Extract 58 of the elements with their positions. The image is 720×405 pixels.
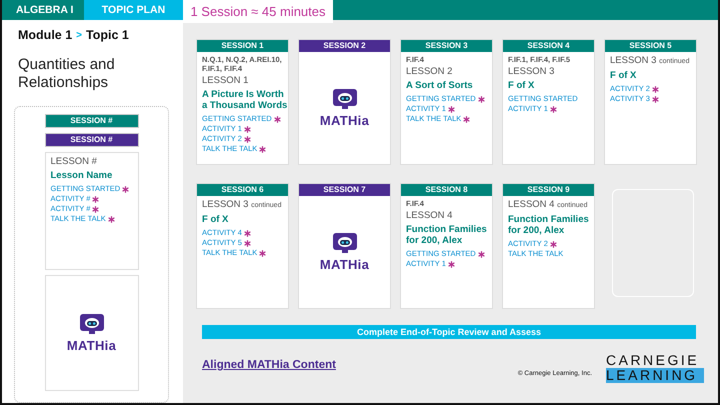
session-header: SESSION 3 — [401, 40, 492, 52]
asterisk-icon — [274, 116, 281, 122]
asterisk-icon — [244, 126, 251, 132]
lesson-number: LESSON 1 — [202, 75, 248, 87]
session-header: SESSION 7 — [299, 184, 390, 196]
lesson-title: F of X — [202, 214, 228, 225]
asterisk-icon — [478, 250, 485, 258]
topic-title: Quantities and Relationships — [18, 56, 116, 92]
session-header: SESSION 8 — [401, 184, 492, 196]
mathia-logo-text: MATHia — [320, 256, 370, 272]
review-assess-bar[interactable]: Complete End-of-Topic Review and Assess — [202, 325, 696, 339]
lesson-number: LESSON # — [50, 156, 97, 168]
logo-text: LEARNING — [606, 368, 704, 383]
robot-monitor-icon — [332, 88, 356, 110]
session-header: SESSION 4 — [503, 40, 594, 52]
aligned-content-link[interactable]: Aligned MATHia Content — [202, 359, 336, 371]
asterisk-icon — [122, 186, 130, 192]
logo-text: CARNEGIE — [606, 353, 700, 368]
lesson-title: Function Families for 200, Alex — [508, 214, 590, 236]
breadcrumb-module[interactable]: Module 1 — [18, 28, 72, 42]
asterisk-icon — [550, 106, 557, 112]
asterisk-icon — [448, 106, 455, 112]
asterisk-icon — [259, 250, 266, 256]
legend-session-header: SESSION # — [44, 114, 138, 128]
breadcrumb-separator: > — [76, 30, 82, 40]
breadcrumb-topic[interactable]: Topic 1 — [86, 28, 129, 42]
session-header: SESSION 2 — [299, 40, 390, 52]
asterisk-icon — [478, 96, 485, 102]
lesson-number: LESSON 3 — [508, 66, 554, 78]
asterisk-icon — [652, 86, 659, 92]
asterisk-icon — [92, 206, 100, 212]
lesson-title: F of X — [610, 70, 636, 81]
asterisk-icon — [259, 146, 266, 152]
asterisk-icon — [550, 240, 557, 248]
lesson-title: Lesson Name — [50, 170, 112, 181]
mathia-logo-text: MATHia — [320, 112, 370, 128]
lesson-number: LESSON 2 — [406, 66, 452, 78]
legend-session-header: SESSION # — [44, 133, 138, 147]
mathia-logo-text: MATHia — [66, 338, 116, 352]
session-header: SESSION 5 — [605, 40, 696, 52]
asterisk-icon — [92, 196, 100, 202]
session-header: SESSION 6 — [197, 184, 288, 196]
asterisk-icon — [244, 230, 251, 236]
asterisk-icon — [244, 240, 251, 246]
lesson-number: LESSON 4 — [406, 210, 452, 222]
asterisk-icon — [108, 216, 115, 222]
session-header: SESSION 9 — [503, 184, 594, 196]
lesson-title: A Sort of Sorts — [406, 80, 473, 91]
lesson-title: F of X — [508, 80, 534, 91]
asterisk-icon — [463, 116, 470, 122]
asterisk-icon — [652, 96, 659, 102]
robot-monitor-icon — [332, 232, 356, 254]
lesson-title: A Picture Is Worth a Thousand Words — [202, 89, 288, 111]
session-header: SESSION 1 — [197, 40, 288, 52]
asterisk-icon — [448, 260, 455, 268]
asterisk-icon — [244, 136, 251, 142]
lesson-title: Function Families for 200, Alex — [406, 224, 488, 246]
robot-monitor-icon — [80, 314, 104, 336]
